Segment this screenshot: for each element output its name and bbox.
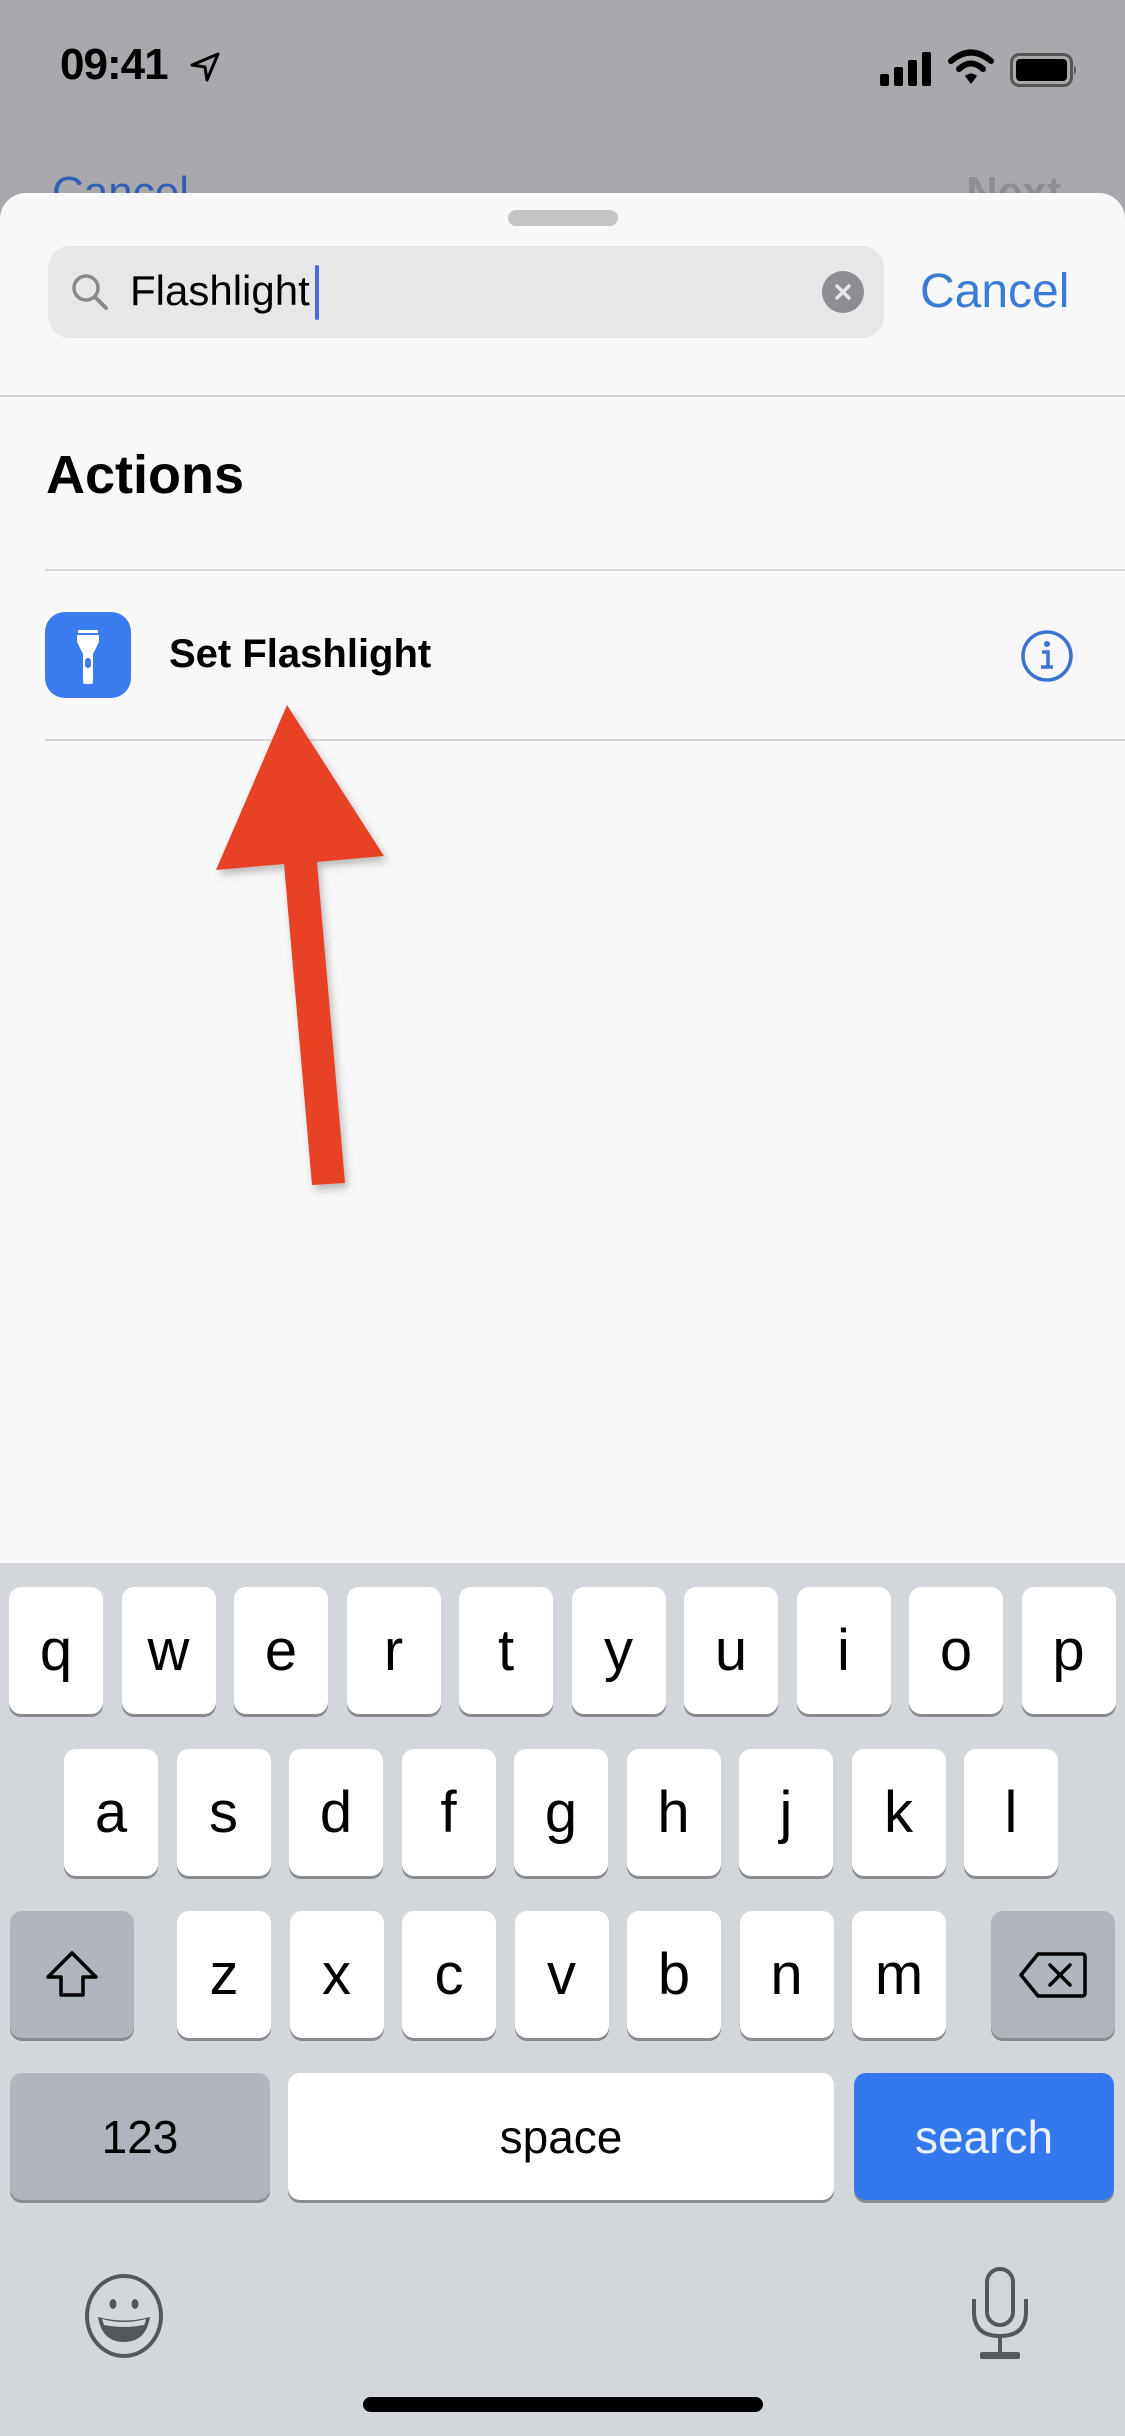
key-m[interactable]: m: [852, 1911, 946, 2038]
delete-key[interactable]: [991, 1911, 1115, 2038]
sheet-grabber[interactable]: [508, 210, 618, 226]
text-cursor: [315, 265, 319, 320]
shift-icon: [46, 1950, 98, 1997]
battery-icon: [1010, 53, 1076, 87]
keyboard: qwertyuiop asdfghjkl zxcvbnm 123 space s…: [0, 1563, 1125, 2436]
key-e[interactable]: e: [234, 1587, 328, 1714]
search-input-value[interactable]: Flashlight: [130, 266, 310, 316]
key-f[interactable]: f: [401, 1749, 496, 1876]
key-y[interactable]: y: [571, 1587, 666, 1714]
delete-icon: [1019, 1951, 1087, 1998]
emoji-icon[interactable]: [82, 2274, 166, 2358]
wifi-icon: [948, 49, 994, 84]
action-title: Set Flashlight: [169, 632, 432, 676]
header-divider: [0, 395, 1125, 397]
key-j[interactable]: j: [739, 1749, 833, 1876]
key-r[interactable]: r: [346, 1587, 441, 1714]
key-k[interactable]: k: [851, 1749, 946, 1876]
location-arrow-icon: [190, 52, 220, 82]
space-key[interactable]: space: [288, 2073, 834, 2200]
numbers-key[interactable]: 123: [10, 2073, 270, 2200]
row-separator: [45, 739, 1125, 741]
cellular-signal-icon: [880, 52, 931, 86]
search-key[interactable]: search: [854, 2073, 1114, 2200]
info-icon[interactable]: [1020, 629, 1074, 683]
key-l[interactable]: l: [964, 1749, 1058, 1876]
key-s[interactable]: s: [176, 1749, 271, 1876]
section-title-actions: Actions: [46, 445, 245, 505]
key-x[interactable]: x: [289, 1911, 384, 2038]
home-indicator[interactable]: [363, 2397, 763, 2412]
shift-key[interactable]: [10, 1911, 134, 2038]
key-d[interactable]: d: [289, 1749, 383, 1876]
search-icon: [72, 274, 108, 310]
key-u[interactable]: u: [684, 1587, 778, 1714]
key-z[interactable]: z: [177, 1911, 271, 2038]
key-v[interactable]: v: [514, 1911, 609, 2038]
key-t[interactable]: t: [459, 1587, 553, 1714]
microphone-icon[interactable]: [970, 2266, 1030, 2362]
key-i[interactable]: i: [796, 1587, 891, 1714]
key-b[interactable]: b: [627, 1911, 721, 2038]
search-sheet: [0, 193, 1125, 1593]
status-time: 09:41: [60, 40, 169, 89]
key-c[interactable]: c: [402, 1911, 496, 2038]
flashlight-icon: [45, 612, 131, 698]
clear-search-button[interactable]: [822, 271, 864, 313]
clear-icon: [835, 284, 851, 300]
key-a[interactable]: a: [64, 1749, 158, 1876]
key-q[interactable]: q: [9, 1587, 103, 1714]
key-h[interactable]: h: [626, 1749, 721, 1876]
key-o[interactable]: o: [909, 1587, 1003, 1714]
key-w[interactable]: w: [121, 1587, 216, 1714]
key-p[interactable]: p: [1021, 1587, 1116, 1714]
cancel-button[interactable]: Cancel: [920, 264, 1069, 320]
key-n[interactable]: n: [739, 1911, 834, 2038]
key-g[interactable]: g: [514, 1749, 608, 1876]
